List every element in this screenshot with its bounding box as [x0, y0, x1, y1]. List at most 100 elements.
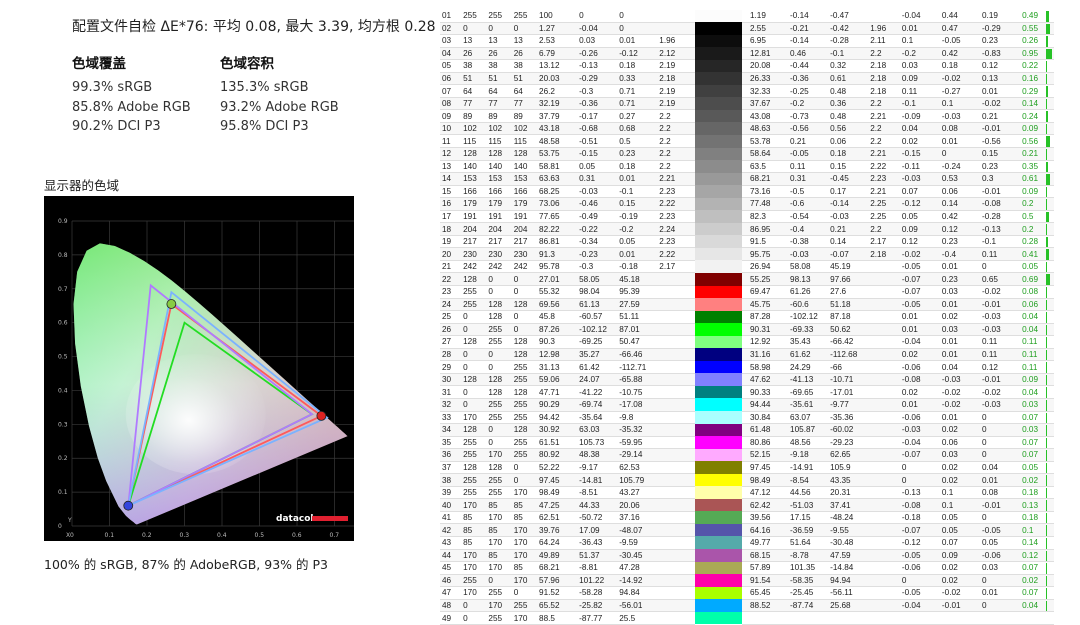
table-row: 232550055.3298.0495.3969.4761.2627.6-0.0… [440, 286, 1054, 299]
rgb-b: 170 [512, 536, 537, 549]
target-b: -0.2 [617, 223, 657, 236]
measured-b: -10.71 [828, 373, 868, 386]
target-gamma [657, 612, 689, 625]
measured-gamma [868, 323, 900, 336]
target-gamma [657, 298, 689, 311]
rgb-r: 26 [461, 47, 486, 60]
target-l: 58.81 [537, 160, 577, 173]
target-b: -35.32 [617, 424, 657, 437]
delta-e-bar-fill [1046, 36, 1048, 47]
target-gamma [657, 398, 689, 411]
measured-a: 61.62 [788, 348, 828, 361]
delta-e-bar-fill [1046, 99, 1047, 110]
target-l: 61.51 [537, 436, 577, 449]
delta-b: 0.19 [980, 10, 1020, 22]
delta-e-bar-fill [1046, 174, 1050, 185]
swatch-measured [718, 449, 741, 462]
table-row: 40170858547.2544.3320.0662.42-51.0337.41… [440, 499, 1054, 512]
measured-gamma [868, 436, 900, 449]
measured-l: 88.52 [748, 599, 788, 612]
swatch-target [695, 348, 718, 361]
rgb-r: 102 [461, 122, 486, 135]
target-l: 59.06 [537, 373, 577, 386]
target-gamma: 2.2 [657, 135, 689, 148]
measured-b: 47.59 [828, 549, 868, 562]
swatch-target [695, 198, 718, 211]
row-id: 28 [440, 348, 461, 361]
measured-gamma: 2.2 [868, 223, 900, 236]
measured-l: 63.5 [748, 160, 788, 173]
delta-l: -0.12 [900, 198, 940, 211]
delta-e-bar [1046, 10, 1052, 23]
target-a: -69.25 [577, 336, 617, 349]
row-id: 43 [440, 536, 461, 549]
target-b: 0.27 [617, 110, 657, 123]
row-id: 31 [440, 386, 461, 399]
measured-l: 53.78 [748, 135, 788, 148]
delta-e-bar [1046, 198, 1052, 211]
rgb-g: 128 [486, 386, 511, 399]
x-tick-label: 0.4 [217, 532, 227, 539]
delta-a: 0.01 [940, 260, 980, 273]
rgb-g: 102 [486, 122, 511, 135]
swatch-target [695, 173, 718, 186]
rgb-b: 51 [512, 72, 537, 85]
rgb-r: 230 [461, 248, 486, 261]
measured-l: 55.25 [748, 273, 788, 286]
table-row: 1921721721786.81-0.340.052.2391.5-0.380.… [440, 235, 1054, 248]
swatch-target [695, 398, 718, 411]
volume-heading: 色域容积 [220, 52, 339, 72]
swatch-target [695, 461, 718, 474]
swatch-target [695, 524, 718, 537]
swatch-target [695, 223, 718, 236]
rgb-g: 140 [486, 160, 511, 173]
delta-e-bar [1046, 48, 1052, 61]
target-a: 0 [577, 10, 617, 22]
swatch-target [695, 85, 718, 98]
target-gamma [657, 436, 689, 449]
measured-a: 44.56 [788, 486, 828, 499]
swatch-target [695, 373, 718, 386]
delta-e-bar [1046, 412, 1052, 425]
y-tick-label: 0.7 [58, 286, 68, 293]
target-b: 105.79 [617, 474, 657, 487]
rgb-r: 85 [461, 536, 486, 549]
delta-a: 0.1 [940, 499, 980, 512]
measured-l: 91.5 [748, 235, 788, 248]
target-b: 27.59 [617, 298, 657, 311]
delta-b [980, 612, 1020, 625]
row-id: 01 [440, 10, 461, 22]
delta-e-bar [1046, 562, 1052, 575]
rgb-r: 179 [461, 198, 486, 211]
rgb-r: 0 [461, 361, 486, 374]
measured-l [748, 612, 788, 625]
swatch-measured [718, 424, 741, 437]
rgb-b: 85 [512, 511, 537, 524]
target-a: -0.03 [577, 185, 617, 198]
swatch-target [695, 60, 718, 73]
row-id: 42 [440, 524, 461, 537]
delta-l: -0.12 [900, 536, 940, 549]
table-row: 1719119119177.65-0.49-0.192.2382.3-0.54-… [440, 210, 1054, 223]
y-tick-label: 0.2 [58, 455, 68, 462]
measured-b: -0.03 [828, 210, 868, 223]
row-id: 24 [440, 298, 461, 311]
measured-l: 12.81 [748, 47, 788, 60]
delta-l: -0.07 [900, 286, 940, 299]
swatch-measured [718, 298, 741, 311]
measured-b: 62.65 [828, 449, 868, 462]
row-id: 25 [440, 311, 461, 324]
table-row: 3625517025580.9248.38-29.1452.15-9.1862.… [440, 449, 1054, 462]
delta-l: 0.11 [900, 85, 940, 98]
rgb-r: 64 [461, 85, 486, 98]
rgb-r: 0 [461, 612, 486, 625]
y-tick-label: 0 [58, 523, 62, 530]
swatch-target [695, 235, 718, 248]
target-l: 87.26 [537, 323, 577, 336]
measured-gamma [868, 449, 900, 462]
swatch-measured [718, 148, 741, 161]
delta-l: -0.11 [900, 160, 940, 173]
measured-b: 0.18 [828, 148, 868, 161]
delta-e-bar-fill [1046, 362, 1047, 373]
target-gamma [657, 499, 689, 512]
